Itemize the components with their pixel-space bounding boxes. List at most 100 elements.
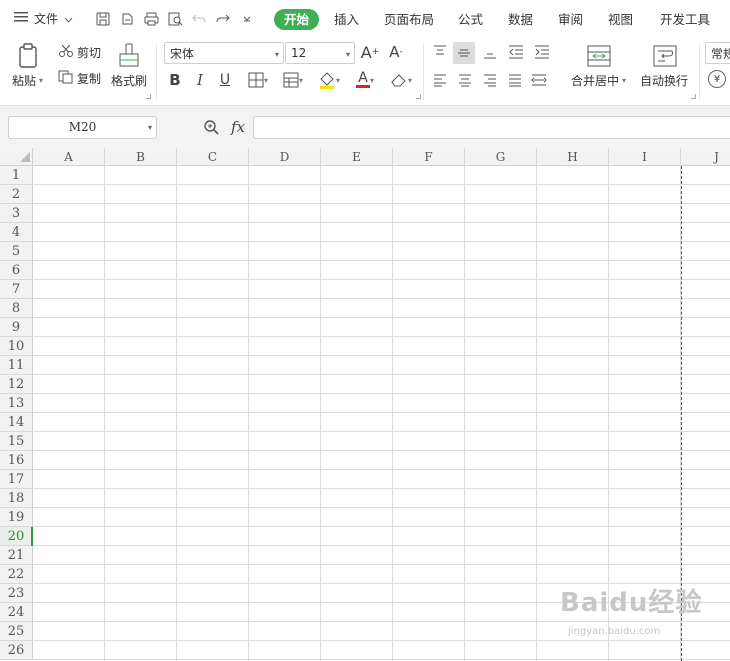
- underline-button[interactable]: U: [216, 70, 234, 90]
- row-header-21[interactable]: 21: [0, 546, 33, 565]
- column-header-f[interactable]: F: [393, 148, 465, 166]
- print-icon[interactable]: [142, 10, 160, 28]
- row-header-23[interactable]: 23: [0, 584, 33, 603]
- font-size-select[interactable]: 12 ▾: [285, 42, 355, 64]
- tab-view[interactable]: 视图: [608, 9, 633, 30]
- undo-icon[interactable]: [190, 10, 208, 28]
- font-name-select[interactable]: 宋体 ▾: [164, 42, 284, 64]
- increase-indent-icon[interactable]: [532, 42, 552, 62]
- insert-function-button[interactable]: fx: [227, 117, 249, 137]
- align-middle-icon[interactable]: [453, 42, 475, 64]
- column-header-j[interactable]: J: [681, 148, 730, 166]
- row-header-4[interactable]: 4: [0, 223, 33, 242]
- font-color-glyph: A: [358, 70, 368, 86]
- clear-format-button[interactable]: ▾: [386, 70, 416, 90]
- column-header-d[interactable]: D: [249, 148, 321, 166]
- format-painter-icon[interactable]: [116, 42, 142, 70]
- row-header-9[interactable]: 9: [0, 318, 33, 337]
- row-header-16[interactable]: 16: [0, 451, 33, 470]
- align-right-icon[interactable]: [480, 70, 500, 90]
- align-bottom-icon[interactable]: [480, 42, 500, 62]
- number-format-select[interactable]: 常规: [705, 42, 730, 64]
- row-header-24[interactable]: 24: [0, 603, 33, 622]
- dialog-launcher-icon[interactable]: [691, 94, 696, 99]
- column-header-e[interactable]: E: [321, 148, 393, 166]
- merge-center-icon[interactable]: [584, 42, 614, 70]
- row-header-25[interactable]: 25: [0, 622, 33, 641]
- italic-button[interactable]: I: [192, 70, 208, 90]
- dropdown-arrow-icon: ▾: [39, 76, 44, 85]
- tab-insert[interactable]: 插入: [334, 9, 359, 30]
- row-header-12[interactable]: 12: [0, 375, 33, 394]
- wrap-text-button[interactable]: 自动换行: [640, 72, 688, 89]
- tab-home[interactable]: 开始: [274, 9, 320, 30]
- distributed-icon[interactable]: [529, 70, 549, 90]
- tab-formulas[interactable]: 公式: [458, 9, 483, 30]
- cell-style-button[interactable]: ▾: [278, 71, 308, 89]
- print-preview-icon[interactable]: [166, 10, 184, 28]
- align-left-icon[interactable]: [430, 70, 450, 90]
- row-header-11[interactable]: 11: [0, 356, 33, 375]
- dialog-launcher-icon[interactable]: [416, 94, 421, 99]
- row-header-22[interactable]: 22: [0, 565, 33, 584]
- column-header-b[interactable]: B: [105, 148, 177, 166]
- wrap-text-icon[interactable]: [650, 42, 680, 70]
- currency-icon[interactable]: ¥: [708, 70, 726, 88]
- merge-center-button[interactable]: 合并居中 ▾: [571, 72, 626, 89]
- zoom-formula-icon[interactable]: [201, 117, 221, 137]
- copy-label: 复制: [77, 72, 102, 86]
- row-header-10[interactable]: 10: [0, 337, 33, 356]
- file-menu[interactable]: 文件: [14, 10, 73, 27]
- column-header-h[interactable]: H: [537, 148, 609, 166]
- column-header-i[interactable]: I: [609, 148, 681, 166]
- copy-button[interactable]: 复制: [58, 70, 101, 87]
- row-header-5[interactable]: 5: [0, 242, 33, 261]
- tab-developer[interactable]: 开发工具: [660, 9, 710, 30]
- font-color-button[interactable]: A ▾: [350, 70, 380, 90]
- row-header-26[interactable]: 26: [0, 641, 33, 660]
- row-header-17[interactable]: 17: [0, 470, 33, 489]
- bold-glyph: B: [169, 71, 181, 89]
- decrease-indent-icon[interactable]: [506, 42, 526, 62]
- dialog-launcher-icon[interactable]: [146, 94, 151, 99]
- bold-button[interactable]: B: [166, 70, 184, 90]
- select-all-corner[interactable]: [0, 148, 33, 166]
- tab-page-layout[interactable]: 页面布局: [384, 9, 434, 30]
- row-header-2[interactable]: 2: [0, 185, 33, 204]
- grid-row-line: [33, 374, 730, 375]
- borders-button[interactable]: ▾: [243, 71, 273, 89]
- row-header-6[interactable]: 6: [0, 261, 33, 280]
- row-header-7[interactable]: 7: [0, 280, 33, 299]
- tab-review[interactable]: 审阅: [558, 9, 583, 30]
- cut-button[interactable]: 剪切: [58, 44, 101, 61]
- format-painter-button[interactable]: 格式刷: [111, 72, 147, 89]
- row-header-8[interactable]: 8: [0, 299, 33, 318]
- column-header-a[interactable]: A: [33, 148, 105, 166]
- paste-icon[interactable]: [16, 42, 42, 70]
- fill-color-button[interactable]: ▾: [314, 70, 344, 90]
- row-header-3[interactable]: 3: [0, 204, 33, 223]
- column-header-c[interactable]: C: [177, 148, 249, 166]
- align-top-icon[interactable]: [430, 42, 450, 62]
- row-header-14[interactable]: 14: [0, 413, 33, 432]
- paste-button[interactable]: 粘贴 ▾: [12, 72, 43, 89]
- row-header-20[interactable]: 20: [0, 527, 33, 546]
- align-center-icon[interactable]: [455, 70, 475, 90]
- save-icon[interactable]: [94, 10, 112, 28]
- formula-input[interactable]: [253, 116, 730, 139]
- tab-data[interactable]: 数据: [508, 9, 533, 30]
- row-header-1[interactable]: 1: [0, 166, 33, 185]
- row-header-13[interactable]: 13: [0, 394, 33, 413]
- column-header-g[interactable]: G: [465, 148, 537, 166]
- row-header-19[interactable]: 19: [0, 508, 33, 527]
- redo-icon[interactable]: [214, 10, 232, 28]
- grow-font-icon[interactable]: A +: [360, 42, 380, 62]
- grid-row-line: [33, 469, 730, 470]
- justify-icon[interactable]: [505, 70, 525, 90]
- row-header-15[interactable]: 15: [0, 432, 33, 451]
- more-icon[interactable]: [238, 10, 256, 28]
- shrink-font-icon[interactable]: A-: [386, 42, 406, 62]
- name-box[interactable]: M20 ▾: [8, 116, 157, 139]
- row-header-18[interactable]: 18: [0, 489, 33, 508]
- export-icon[interactable]: [118, 10, 136, 28]
